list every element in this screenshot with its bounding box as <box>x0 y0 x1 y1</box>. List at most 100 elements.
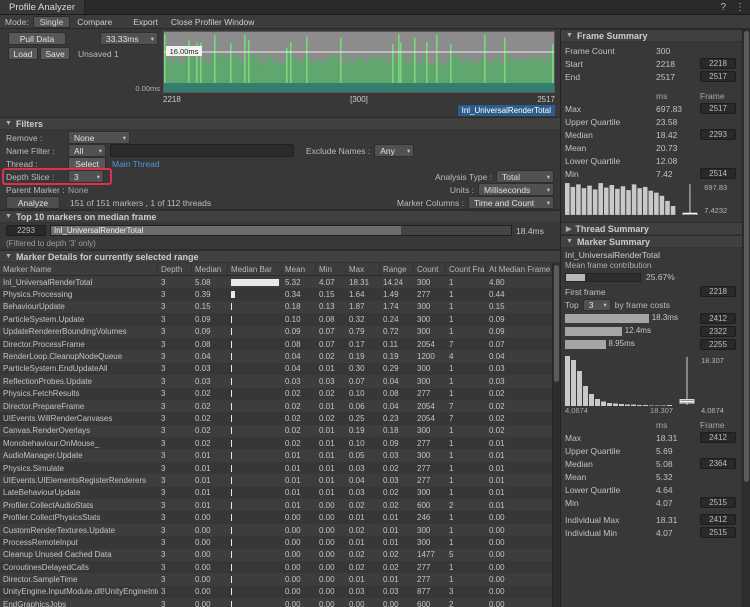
frame-link-button[interactable]: 2322 <box>700 326 736 337</box>
frame-link-button[interactable]: 2412 <box>700 514 736 525</box>
value-cell: 277 <box>414 389 446 398</box>
table-row[interactable]: LateBehaviourUpdate30.010.010.010.030.02… <box>0 487 552 499</box>
frame-link-button[interactable]: 2218 <box>700 286 736 297</box>
table-row[interactable]: ParticleSystem.EndUpdateAll30.030.040.01… <box>0 363 552 375</box>
table-row[interactable]: Monobehaviour.OnMouse_30.020.020.010.100… <box>0 437 552 449</box>
table-row[interactable]: ReflectionProbes.Update30.030.030.030.07… <box>0 375 552 387</box>
table-row[interactable]: Inl_UniversalRenderTotal35.085.324.0718.… <box>0 276 552 288</box>
units-dropdown[interactable]: Milliseconds▾ <box>478 183 554 196</box>
table-row[interactable]: Profiler.CollectAudioStats30.010.010.000… <box>0 499 552 511</box>
table-row[interactable]: Cleanup Unused Cached Data30.000.000.000… <box>0 549 552 561</box>
name-filter-dropdown[interactable]: All▾ <box>68 144 106 157</box>
scrollbar-thumb[interactable] <box>744 31 749 482</box>
frame-summary-header[interactable]: ▼ Frame Summary <box>561 29 742 42</box>
frame-time-chart[interactable]: 16.00ms <box>163 31 555 93</box>
frame-link-button[interactable]: 2293 <box>700 129 736 140</box>
remove-dropdown[interactable]: None▾ <box>68 131 130 144</box>
table-row[interactable]: Canvas.RenderOverlays30.020.020.010.190.… <box>0 425 552 437</box>
table-row[interactable]: ProcessRemoteInput30.000.000.000.010.013… <box>0 536 552 548</box>
marker-histogram-axis: 4.0674 18.307 <box>565 406 673 415</box>
analyze-button[interactable]: Analyze <box>6 196 60 209</box>
top10-bar[interactable]: Inl_UniversalRenderTotal <box>50 225 512 236</box>
frame-link-button[interactable]: 2218 <box>700 58 736 69</box>
column-header[interactable]: Count <box>414 263 446 275</box>
table-row[interactable]: Director.SampleTime30.000.000.000.010.01… <box>0 573 552 585</box>
max-frame-time-dropdown[interactable]: 33.33ms ▾ <box>100 32 158 45</box>
column-header[interactable]: Range <box>380 263 414 275</box>
table-row[interactable]: RenderLoop.CleanupNodeQueue30.040.040.02… <box>0 350 552 362</box>
value-cell: 277 <box>414 476 446 485</box>
column-header[interactable]: Count Frame <box>446 263 486 275</box>
marker-columns-dropdown[interactable]: Time and Count▾ <box>468 196 554 209</box>
table-row[interactable]: CustomRenderTextures.Update30.000.000.00… <box>0 524 552 536</box>
table-row[interactable]: AudioManager.Update30.010.010.010.050.03… <box>0 449 552 461</box>
help-icon[interactable]: ? <box>720 2 726 13</box>
column-header[interactable]: Min <box>316 263 346 275</box>
frame-link-button[interactable]: 2364 <box>700 458 736 469</box>
cost-bar-fill <box>565 314 649 323</box>
value-cell: 0.03 <box>316 377 346 386</box>
column-header[interactable]: At Median Frame <box>486 263 552 275</box>
table-row[interactable]: Physics.FetchResults30.020.020.020.100.0… <box>0 388 552 400</box>
exclude-names-dropdown[interactable]: Any▾ <box>374 144 414 157</box>
table-row[interactable]: UpdateRendererBoundingVolumes30.090.090.… <box>0 326 552 338</box>
table-row[interactable]: Director.PrepareFrame30.020.020.010.060.… <box>0 400 552 412</box>
export-button[interactable]: Export <box>127 16 164 28</box>
thread-summary-header[interactable]: ▶ Thread Summary <box>561 222 742 235</box>
column-header[interactable]: Median Bar <box>228 263 282 275</box>
close-profiler-button[interactable]: Close Profiler Window <box>165 16 261 28</box>
value-cell: 0.07 <box>316 327 346 336</box>
filters-header[interactable]: ▼ Filters <box>0 117 560 130</box>
name-filter-input[interactable] <box>110 144 294 157</box>
mode-compare-button[interactable]: Compare <box>71 16 118 28</box>
column-header[interactable]: Max <box>346 263 380 275</box>
frame-link-button[interactable]: 2515 <box>700 527 736 538</box>
panel-vertical-scrollbar[interactable] <box>742 29 750 607</box>
column-header[interactable]: Mean <box>282 263 316 275</box>
cost-ms-label: 8.95ms <box>609 339 635 348</box>
scrollbar-thumb[interactable] <box>554 265 559 382</box>
marker-summary-header[interactable]: ▼ Marker Summary <box>561 235 742 248</box>
top-cost-bars: 18.3ms241212.4ms23228.95ms2255 <box>561 312 742 351</box>
frame-link-button[interactable]: 2517 <box>700 103 736 114</box>
table-row[interactable]: Physics.Processing30.390.340.151.641.492… <box>0 288 552 300</box>
table-row[interactable]: UnityEngine.InputModule.dll!UnityEngineI… <box>0 586 552 598</box>
marker-details-header[interactable]: ▼ Marker Details for currently selected … <box>0 250 560 263</box>
thread-select-button[interactable]: Select <box>68 157 106 170</box>
frame-link-button[interactable]: 2515 <box>700 497 736 508</box>
column-header[interactable]: Depth <box>158 263 192 275</box>
frame-link-button[interactable]: 2517 <box>700 71 736 82</box>
top-n-dropdown[interactable]: 3▾ <box>583 299 611 311</box>
frame-link-button[interactable]: 2412 <box>700 432 736 443</box>
save-button[interactable]: Save <box>40 47 70 60</box>
summary-label: Lower Quartile <box>565 156 656 166</box>
table-row[interactable]: Profiler.CollectPhysicsStats30.000.000.0… <box>0 511 552 523</box>
table-row[interactable]: EndGraphicsJobs30.000.000.000.000.006002… <box>0 598 552 607</box>
table-row[interactable]: Physics.Simulate30.010.010.010.030.02277… <box>0 462 552 474</box>
top10-header[interactable]: ▼ Top 10 markers on median frame <box>0 210 560 223</box>
frame-link-button[interactable]: 2514 <box>700 168 736 179</box>
median-bar <box>231 588 232 595</box>
table-row[interactable]: CoroutinesDelayedCalls30.000.000.000.020… <box>0 561 552 573</box>
kebab-menu-icon[interactable]: ⋮ <box>735 2 745 13</box>
load-button[interactable]: Load <box>8 47 38 60</box>
depth-slice-dropdown[interactable]: 3▾ <box>68 170 104 183</box>
analysis-type-dropdown[interactable]: Total▾ <box>496 170 554 183</box>
frame-link-button[interactable]: 2412 <box>700 313 736 324</box>
table-row[interactable]: ParticleSystem.Update30.090.100.080.320.… <box>0 313 552 325</box>
value-cell: 0.02 <box>346 501 380 510</box>
table-vertical-scrollbar[interactable] <box>552 263 560 607</box>
column-header[interactable]: Marker Name <box>0 263 158 275</box>
pull-data-button[interactable]: Pull Data <box>8 32 66 45</box>
table-row[interactable]: Director.ProcessFrame30.080.080.070.170.… <box>0 338 552 350</box>
table-row[interactable]: UIEvents.UIElementsRegisterRenderers30.0… <box>0 474 552 486</box>
column-header[interactable]: Median <box>192 263 228 275</box>
table-row[interactable]: UIEvents.WillRenderCanvases30.020.020.02… <box>0 412 552 424</box>
tab-profile-analyzer[interactable]: Profile Analyzer <box>0 0 85 14</box>
frame-link-button[interactable]: 2293 <box>6 225 46 236</box>
table-row[interactable]: BehaviourUpdate30.150.180.131.871.743001… <box>0 301 552 313</box>
value-cell: 0.15 <box>316 290 346 299</box>
mode-single-button[interactable]: Single <box>33 16 71 28</box>
frame-link-button[interactable]: 2255 <box>700 339 736 350</box>
thread-value-link[interactable]: Main Thread <box>112 159 160 169</box>
